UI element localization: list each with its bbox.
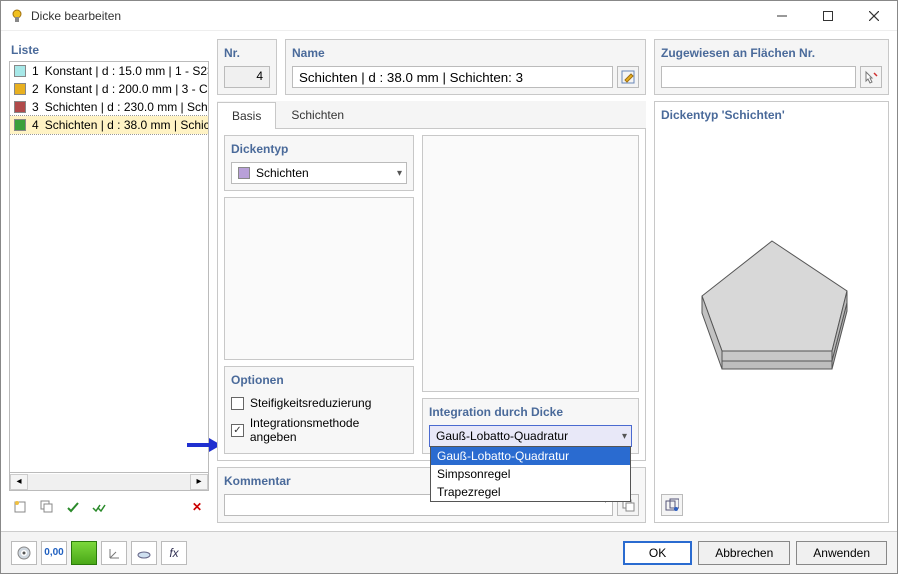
tab-basis[interactable]: Basis [217,102,276,129]
list-item-text: Konstant | d : 200.0 mm | 3 - C30 [45,82,209,96]
list-item[interactable]: 4 Schichten | d : 38.0 mm | Schicht [10,116,208,134]
dialog-window: Dicke bearbeiten Liste 1 Konstant | d : 1… [0,0,898,574]
name-input[interactable] [292,66,613,88]
apply-button[interactable]: Anwenden [796,541,887,565]
list-item-color-icon [14,119,26,131]
scroll-left-icon[interactable]: ◂ [10,474,28,490]
integration-checkbox-row[interactable]: ✓ Integrationsmethode angeben [231,413,407,447]
name-panel: Name [285,39,646,95]
list-item[interactable]: 3 Schichten | d : 230.0 mm | Schich [10,98,208,116]
pick-surface-icon[interactable] [860,66,882,88]
dickentyp-swatch-icon [238,167,250,179]
preview-label: Dickentyp 'Schichten' [661,108,882,122]
list-item-color-icon [14,83,26,95]
dickentyp-label: Dickentyp [231,142,407,156]
list-item-index: 1 [32,64,39,78]
assigned-panel: Zugewiesen an Flächen Nr. [654,39,889,95]
stiffness-checkbox[interactable] [231,397,244,410]
list-item-text: Konstant | d : 15.0 mm | 1 - S235 [45,64,209,78]
color-icon[interactable] [71,541,97,565]
preview-3d[interactable] [661,128,882,494]
dropdown-option[interactable]: Gauß-Lobatto-Quadratur [431,447,630,465]
titlebar: Dicke bearbeiten [1,1,897,31]
assigned-label: Zugewiesen an Flächen Nr. [661,46,882,60]
nr-value: 4 [224,66,270,88]
spacer-panel-1 [224,197,414,360]
minimize-button[interactable] [759,1,805,31]
list-item-color-icon [14,101,26,113]
rename-icon[interactable] [617,66,639,88]
integration-dropdown: Gauß-Lobatto-QuadraturSimpsonregelTrapez… [430,446,631,502]
dropdown-option[interactable]: Simpsonregel [431,465,630,483]
stiffness-checkbox-row[interactable]: Steifigkeitsreduzierung [231,393,407,413]
assigned-input[interactable] [661,66,856,88]
delete-icon[interactable]: ✕ [185,495,209,519]
annotation-arrow-icon [187,436,217,454]
close-button[interactable] [851,1,897,31]
check-icon[interactable] [61,495,85,519]
new-icon[interactable] [9,495,33,519]
window-buttons [759,1,897,31]
list-item-text: Schichten | d : 38.0 mm | Schicht [45,118,209,132]
tab-schichten[interactable]: Schichten [276,101,359,128]
maximize-button[interactable] [805,1,851,31]
list-item-text: Schichten | d : 230.0 mm | Schich [45,100,209,114]
integration-value: Gauß-Lobatto-Quadratur [436,429,568,443]
thickness-list[interactable]: 1 Konstant | d : 15.0 mm | 1 - S235 2 Konst… [9,61,209,473]
dickentyp-value: Schichten [256,166,309,180]
list-item-color-icon [14,65,26,77]
dialog-title: Dicke bearbeiten [31,9,759,23]
integration-panel-label: Integration durch Dicke [429,405,632,419]
integration-label: Integrationsmethode angeben [250,416,407,444]
dialog-footer: 0,00 fx OK Abbrechen Anwenden [1,531,897,573]
horizontal-scrollbar[interactable]: ◂ ▸ [9,473,209,491]
ok-button[interactable]: OK [623,541,692,565]
app-icon [9,8,25,24]
integration-combo[interactable]: Gauß-Lobatto-Quadratur Gauß-Lobatto-Quad… [429,425,632,447]
integration-checkbox[interactable]: ✓ [231,424,244,437]
list-item-index: 3 [32,100,39,114]
copy-icon[interactable] [35,495,59,519]
dropdown-option[interactable]: Trapezregel [431,483,630,501]
scroll-right-icon[interactable]: ▸ [190,474,208,490]
list-item[interactable]: 1 Konstant | d : 15.0 mm | 1 - S235 [10,62,208,80]
cancel-button[interactable]: Abbrechen [698,541,790,565]
units-icon[interactable]: 0,00 [41,541,67,565]
check-all-icon[interactable] [87,495,111,519]
nr-panel: Nr. 4 [217,39,277,95]
list-item-index: 4 [32,118,39,132]
function-icon[interactable]: fx [161,541,187,565]
tab-bar: BasisSchichten [217,101,646,129]
preview-settings-icon[interactable] [661,494,683,516]
name-label: Name [292,46,639,60]
spacer-panel-2 [422,135,639,392]
axis-icon[interactable] [101,541,127,565]
list-item[interactable]: 2 Konstant | d : 200.0 mm | 3 - C30 [10,80,208,98]
list-toolbar: ✕ [9,491,209,523]
help-icon[interactable] [11,541,37,565]
list-item-index: 2 [32,82,39,96]
cloud-icon[interactable] [131,541,157,565]
dickentyp-combo[interactable]: Schichten [231,162,407,184]
nr-label: Nr. [224,46,270,60]
stiffness-label: Steifigkeitsreduzierung [250,396,371,410]
list-label: Liste [9,39,209,61]
optionen-label: Optionen [231,373,407,387]
